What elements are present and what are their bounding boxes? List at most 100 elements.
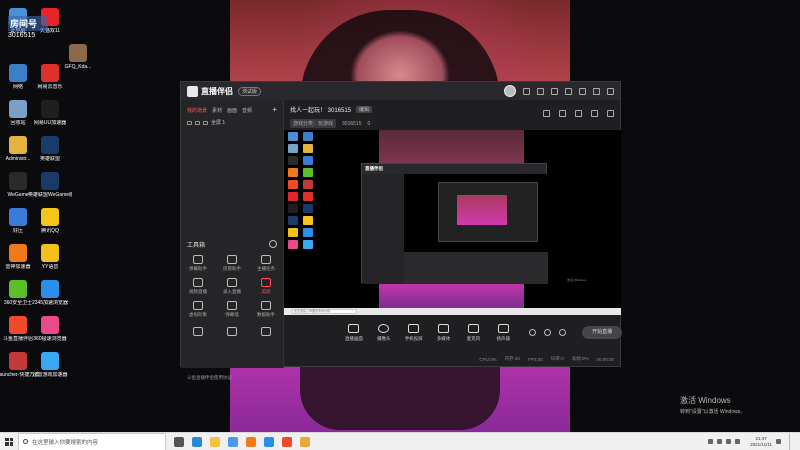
timer-icon[interactable] <box>544 329 552 336</box>
toolbox-item[interactable]: 弹幕助手 <box>181 252 215 275</box>
desktop: 此电脑 网络 回收站 Administr... WeGame 好压 雷神加速器 360安全卫士… <box>0 0 800 432</box>
category-chip[interactable]: 游戏分类：玩游戏 <box>290 119 337 128</box>
chevron-up-icon[interactable] <box>708 439 714 444</box>
agreement-notice[interactable]: 斗鱼直播伴侣使用协议 <box>187 375 283 381</box>
edit-room-button[interactable]: 编辑 <box>356 106 373 113</box>
gift-icon[interactable] <box>551 87 558 95</box>
source-control-icon <box>378 323 390 333</box>
preview-app-icon <box>303 216 313 225</box>
toolbox-item[interactable]: 主播任务 <box>249 252 283 275</box>
desktop-icon[interactable]: 腾讯QQ <box>28 208 72 234</box>
app-icon <box>41 172 59 190</box>
desktop-icon[interactable]: 360极速浏览器 <box>28 316 72 342</box>
network-icon[interactable] <box>717 439 723 444</box>
app-icon <box>9 244 27 262</box>
desktop-icon-label: 360极速浏览器 <box>33 336 67 342</box>
file-explorer-icon[interactable] <box>210 436 220 447</box>
bell-icon[interactable] <box>591 110 598 117</box>
close-icon[interactable] <box>607 87 614 95</box>
source-control-button[interactable]: 摄像头 <box>374 323 394 342</box>
desktop-icon[interactable]: 2345加速浏览器 <box>28 280 72 306</box>
gift-box-icon[interactable] <box>543 110 550 117</box>
ime-icon[interactable] <box>735 439 741 444</box>
taskbar: 在这里输入你要搜索的内容 21:47 2021/11/11 <box>0 432 800 450</box>
douyu-icon[interactable] <box>282 436 292 447</box>
share-icon[interactable] <box>607 110 614 117</box>
eye-icon[interactable] <box>187 120 192 125</box>
desktop-icon[interactable]: GFQ_Kda... <box>56 44 100 70</box>
avatar[interactable] <box>504 85 516 97</box>
toolbox-item[interactable]: 房管助手 <box>215 252 249 275</box>
app-icon <box>9 64 27 82</box>
tool-icon <box>227 255 237 264</box>
status-item: 内存:40 <box>504 356 520 361</box>
toolbox-item[interactable]: 美颜 <box>249 275 283 298</box>
task-view-icon[interactable] <box>174 436 184 447</box>
source-control-button[interactable]: 直播画面 <box>344 323 364 342</box>
window-icon[interactable] <box>575 110 582 117</box>
preview-nested-app: 直播伴侣 <box>361 163 548 284</box>
app-icon <box>41 280 59 298</box>
source-control-button[interactable]: 扬声器 <box>493 323 513 342</box>
desktop-icon[interactable]: 英雄联盟 <box>28 136 72 162</box>
maximize-icon[interactable] <box>593 87 600 95</box>
record-icon[interactable] <box>529 329 537 336</box>
tab-my-scenes[interactable]: 我的场景 <box>187 107 207 116</box>
toolbox-item[interactable]: 录入直播 <box>215 275 249 298</box>
scene-item[interactable]: 全屏 1 <box>181 116 283 129</box>
clock[interactable]: 21:47 2021/11/11 <box>750 436 772 448</box>
preview-app-icon <box>303 228 313 237</box>
toolbox-item[interactable]: 弹幕墙 <box>215 298 249 321</box>
tool-icon <box>261 327 271 336</box>
desktop-icon[interactable]: 网易UU加速器 <box>28 100 72 126</box>
media-app-icon[interactable] <box>264 436 274 447</box>
desktop-icon[interactable]: YY语音 <box>28 244 72 270</box>
desktop-icon-label: 网易UU加速器 <box>33 120 67 126</box>
gear-icon[interactable] <box>559 329 567 336</box>
tab-audio[interactable]: 音频 <box>242 107 252 116</box>
source-control-button[interactable]: 麦克风 <box>464 323 484 342</box>
store-icon[interactable] <box>228 436 238 447</box>
settings-icon[interactable] <box>537 87 544 95</box>
app-icon <box>9 280 27 298</box>
source-control-icon <box>467 323 479 333</box>
source-control-label: 直播画面 <box>344 335 363 341</box>
notification-icon[interactable] <box>776 439 781 444</box>
toolbox-item[interactable] <box>215 321 249 344</box>
minimize-icon[interactable] <box>579 87 586 95</box>
preview-app-icon <box>288 240 298 249</box>
desktop-icon[interactable]: 迅雷游戏加速器 <box>28 352 72 378</box>
tab-canvas[interactable]: 画面 <box>227 107 237 116</box>
toolbox-item[interactable]: 视频直播 <box>181 275 215 298</box>
start-button[interactable] <box>0 433 18 450</box>
skin-icon[interactable] <box>523 87 530 95</box>
add-scene-button[interactable]: + <box>272 106 277 116</box>
tool-icon <box>193 327 203 336</box>
lock-icon[interactable] <box>195 120 200 125</box>
show-desktop-button[interactable] <box>789 432 792 450</box>
toolbox-item[interactable]: 虚拟形象 <box>181 298 215 321</box>
stream-preview[interactable]: 直播伴侣 激活 Windows 在这里输入你要搜索的内容 <box>284 130 621 315</box>
tool-icon <box>261 278 271 287</box>
toolbox-more-icon[interactable] <box>269 240 277 248</box>
toolbox-item[interactable] <box>249 321 283 344</box>
desktop-icon[interactable]: 英雄联盟WeGame版 <box>28 172 72 198</box>
volume-icon[interactable] <box>726 439 732 444</box>
toolbox-item[interactable] <box>181 321 215 344</box>
game-app-icon[interactable] <box>246 436 256 447</box>
source-control-button[interactable]: 多媒体 <box>434 323 454 342</box>
tool-icon <box>227 327 237 336</box>
source-control-button[interactable]: 手机投屏 <box>404 323 424 342</box>
edge-icon[interactable] <box>192 436 202 447</box>
folder-icon[interactable] <box>300 436 310 447</box>
preview-taskbar: 在这里输入你要搜索的内容 <box>284 308 621 315</box>
search-placeholder: 在这里输入你要搜索的内容 <box>32 439 99 446</box>
menu-icon[interactable] <box>565 87 572 95</box>
start-live-button[interactable]: 开始直播 <box>582 326 622 339</box>
taskbar-search[interactable]: 在这里输入你要搜索的内容 <box>18 432 166 450</box>
tab-assets[interactable]: 素材 <box>212 107 222 116</box>
desktop-icon-label: YY语音 <box>41 264 59 270</box>
bag-icon[interactable] <box>559 110 566 117</box>
toolbox-item[interactable]: 数据助手 <box>249 298 283 321</box>
tool-label: 数据助手 <box>257 312 275 317</box>
